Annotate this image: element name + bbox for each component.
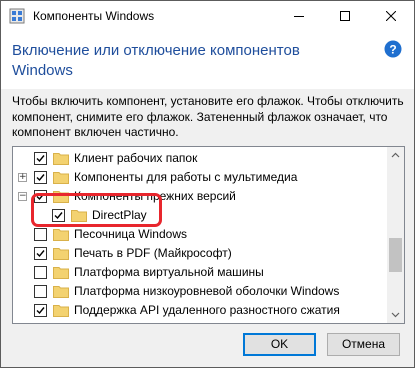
scrollbar-thumb[interactable] xyxy=(389,238,402,272)
feature-row[interactable]: Клиент рабочих папок xyxy=(13,149,385,168)
folder-icon xyxy=(53,248,69,260)
minimize-button[interactable] xyxy=(276,1,322,31)
feature-label: Поддержка общего доступа к файлам SMB 1.… xyxy=(74,322,366,323)
feature-label: Клиент рабочих папок xyxy=(74,151,198,165)
window-title: Компоненты Windows xyxy=(33,9,155,23)
feature-row[interactable]: Платформа виртуальной машины xyxy=(13,263,385,282)
highlight-outline xyxy=(31,193,162,227)
page-heading: Включение или отключение компонентов Win… xyxy=(12,42,300,79)
checkmark-icon xyxy=(36,307,45,315)
help-icon[interactable]: ? xyxy=(384,40,402,58)
maximize-button[interactable] xyxy=(322,1,368,31)
folder-icon xyxy=(53,305,69,317)
folder-icon xyxy=(53,286,69,298)
folder-icon xyxy=(53,323,69,324)
feature-checkbox[interactable] xyxy=(34,323,47,324)
checkmark-icon xyxy=(36,155,45,163)
feature-label: Платформа низкоуровневой оболочки Window… xyxy=(74,284,340,298)
collapse-icon[interactable]: − xyxy=(18,192,27,201)
feature-checkbox[interactable] xyxy=(34,285,47,298)
feature-row[interactable]: Платформа низкоуровневой оболочки Window… xyxy=(13,282,385,301)
feature-checkbox[interactable] xyxy=(34,152,47,165)
feature-checkbox[interactable] xyxy=(34,247,47,260)
expand-icon[interactable]: + xyxy=(18,173,27,182)
folder-icon xyxy=(53,153,69,165)
feature-row[interactable]: + Компоненты для работы с мультимедиа xyxy=(13,168,385,187)
ok-button[interactable]: OK xyxy=(243,333,316,356)
close-icon xyxy=(386,11,396,21)
feature-row[interactable]: Поддержка API удаленного разностного сжа… xyxy=(13,301,385,320)
vertical-scrollbar[interactable] xyxy=(387,147,404,323)
folder-icon xyxy=(53,267,69,279)
maximize-icon xyxy=(340,11,350,21)
instructions-text: Чтобы включить компонент, установите его… xyxy=(12,94,404,139)
feature-label: Поддержка API удаленного разностного сжа… xyxy=(74,303,340,317)
feature-label: Компоненты для работы с мультимедиа xyxy=(74,170,298,184)
feature-checkbox[interactable] xyxy=(34,171,47,184)
svg-text:?: ? xyxy=(389,43,396,57)
minimize-icon xyxy=(294,16,304,17)
feature-checkbox[interactable] xyxy=(34,304,47,317)
cancel-button[interactable]: Отмена xyxy=(327,333,400,356)
features-tree[interactable]: Клиент рабочих папок + Компоненты для рабо… xyxy=(12,146,405,324)
feature-row[interactable]: Печать в PDF (Майкрософт) xyxy=(13,244,385,263)
folder-icon xyxy=(53,172,69,184)
feature-label: Песочница Windows xyxy=(74,227,187,241)
title-bar[interactable]: Компоненты Windows xyxy=(1,1,414,31)
feature-row[interactable]: Песочница Windows xyxy=(13,225,385,244)
feature-checkbox[interactable] xyxy=(34,228,47,241)
feature-label: Платформа виртуальной машины xyxy=(74,265,264,279)
feature-label: Печать в PDF (Майкрософт) xyxy=(74,246,232,260)
windows-features-icon xyxy=(9,8,25,24)
feature-checkbox[interactable] xyxy=(34,266,47,279)
close-button[interactable] xyxy=(368,1,414,31)
scroll-down-arrow-icon[interactable] xyxy=(387,306,404,323)
scroll-up-arrow-icon[interactable] xyxy=(387,147,404,164)
checkmark-icon xyxy=(36,250,45,258)
feature-row[interactable]: +Поддержка общего доступа к файлам SMB 1… xyxy=(13,320,385,324)
checkmark-icon xyxy=(36,174,45,182)
folder-icon xyxy=(53,229,69,241)
